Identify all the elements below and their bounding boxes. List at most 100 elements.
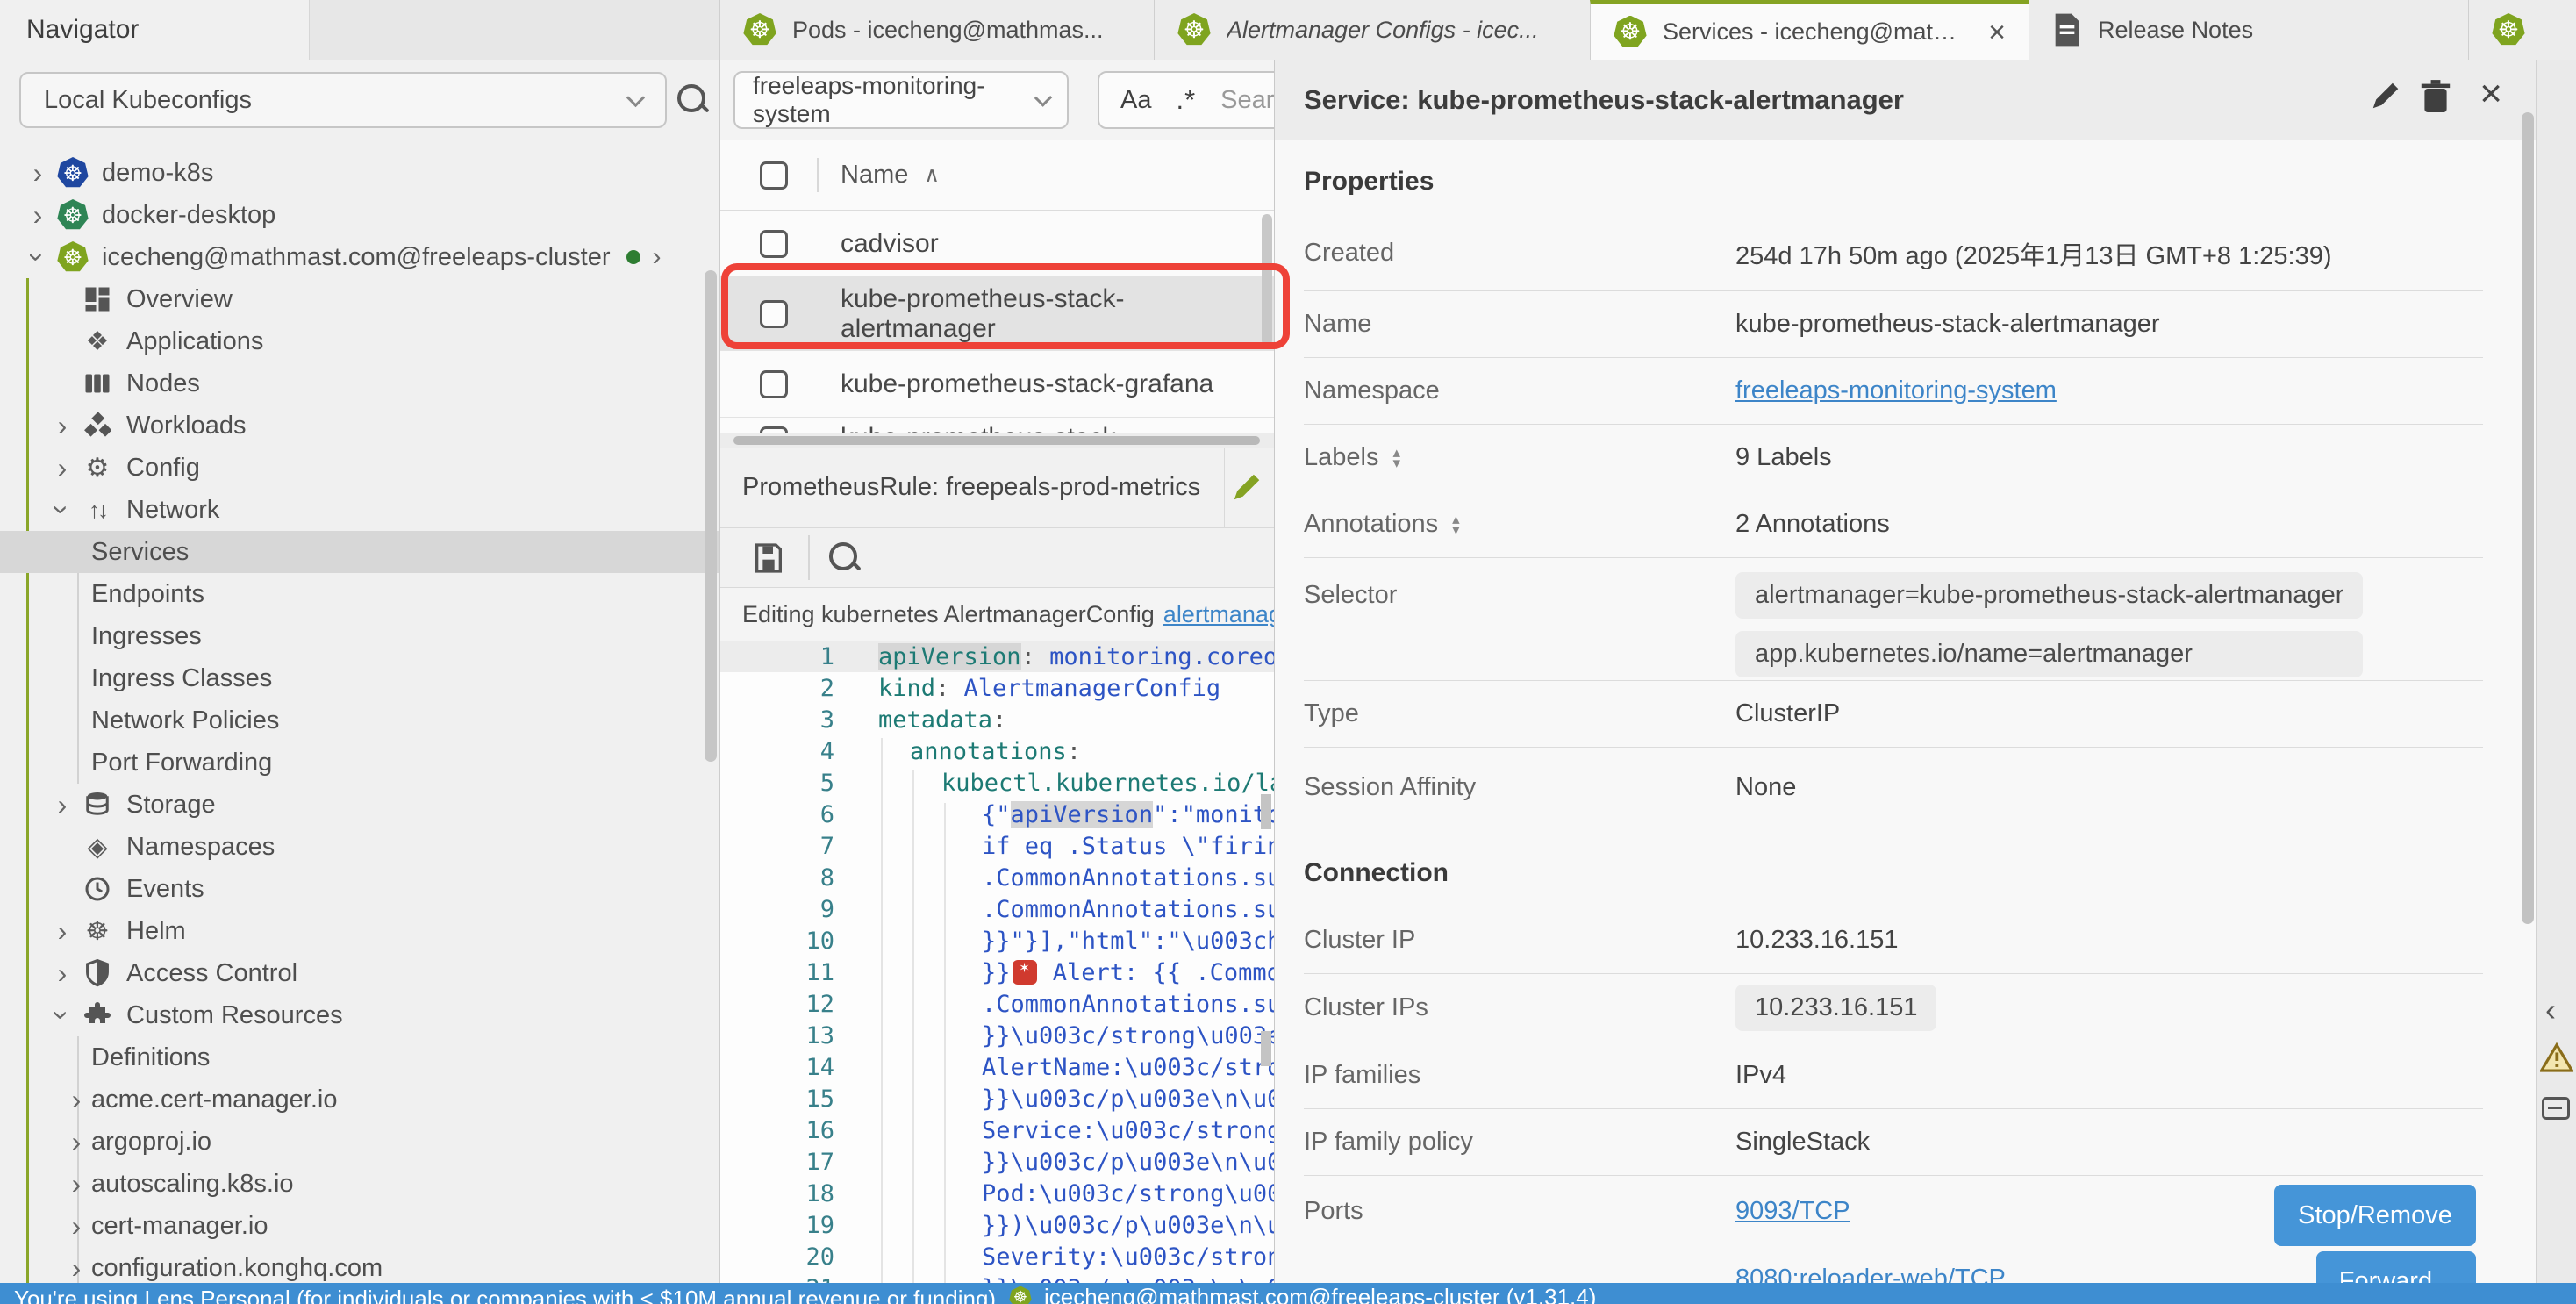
property-value[interactable]: 9 Labels	[1735, 443, 1832, 472]
row-checkbox[interactable]	[760, 370, 788, 398]
expand-collapse-icon[interactable]: ▴▾	[1452, 514, 1460, 535]
sidebar-item-custom-resources[interactable]: › Custom Resources	[0, 994, 719, 1036]
chevron-down-icon[interactable]: ›	[24, 242, 52, 272]
sidebar-item-label: Namespaces	[126, 833, 275, 862]
sidebar-scrollbar-thumb[interactable]	[705, 270, 717, 762]
sidebar-item-endpoints[interactable]: Endpoints	[0, 573, 719, 615]
cluster-ip-badge: 10.233.16.151	[1735, 985, 1936, 1031]
sidebar-item-acme-cert-manager-io[interactable]: › acme.cert-manager.io	[0, 1078, 719, 1121]
horizontal-scrollbar[interactable]	[720, 433, 1274, 448]
chevron-right-icon[interactable]: ›	[61, 1254, 91, 1282]
delete-trash-icon[interactable]	[2420, 79, 2451, 114]
sidebar-item-network-policies[interactable]: Network Policies	[0, 699, 719, 742]
port-link[interactable]: 9093/TCP	[1735, 1197, 2006, 1226]
stop-remove-button[interactable]: Stop/Remove	[2274, 1185, 2476, 1246]
tab-alertmanager-configs[interactable]: ☸ Alertmanager Configs - icec...	[1154, 0, 1590, 60]
namespace-select[interactable]: freeleaps-monitoring-system	[733, 71, 1069, 129]
regex-icon[interactable]: .*	[1176, 84, 1196, 116]
sort-ascending-icon[interactable]: ∧	[924, 162, 940, 188]
edit-pencil-icon[interactable]	[2369, 79, 2402, 112]
namespace-link[interactable]: freeleaps-monitoring-system	[1735, 376, 2057, 405]
warning-icon[interactable]	[2540, 1042, 2573, 1072]
sidebar-item-nodes[interactable]: Nodes	[0, 362, 719, 405]
table-row[interactable]: cadvisor	[720, 211, 1274, 277]
sidebar-item-network[interactable]: › ↑↓ Network	[0, 489, 719, 531]
sidebar-item-namespaces[interactable]: ◈ Namespaces	[0, 826, 719, 868]
table-row[interactable]: kube-prometheus-stack-grafana	[720, 351, 1274, 418]
tab-release-notes[interactable]: Release Notes	[2029, 0, 2468, 60]
tab-pods[interactable]: ☸ Pods - icecheng@mathmas...	[719, 0, 1154, 60]
cluster-tree: › ☸ demo-k8s › ☸ docker-desktop › ☸ icec…	[0, 152, 719, 1283]
chevron-right-icon[interactable]: ›	[23, 201, 53, 229]
chevron-right-icon[interactable]: ›	[61, 1085, 91, 1114]
sidebar-item-access-control[interactable]: › Access Control	[0, 952, 719, 994]
sidebar-search-button[interactable]	[676, 82, 711, 122]
sidebar-item-cert-manager-io[interactable]: › cert-manager.io	[0, 1205, 719, 1247]
editor-scrollbar-marker[interactable]	[1261, 1031, 1271, 1066]
close-icon[interactable]: ×	[2479, 72, 2502, 116]
chevron-right-icon[interactable]: ›	[61, 1128, 91, 1156]
tab-label: Services - icecheng@math...	[1663, 18, 1960, 46]
chevron-right-icon[interactable]: ›	[47, 959, 77, 987]
forward-button[interactable]: Forward...	[2316, 1251, 2476, 1283]
editor-scrollbar-marker[interactable]	[1261, 794, 1271, 829]
column-header-name[interactable]: Name	[841, 161, 908, 190]
chevron-right-icon[interactable]: ›	[23, 159, 53, 187]
row-checkbox[interactable]	[760, 230, 788, 258]
editing-resource-link[interactable]: alertmanager	[1163, 601, 1274, 628]
sidebar-item-freeleaps-cluster[interactable]: › ☸ icecheng@mathmast.com@freeleaps-clus…	[0, 236, 719, 278]
chevron-right-icon[interactable]: ›	[653, 242, 662, 272]
sidebar-item-demo-k8s[interactable]: › ☸ demo-k8s	[0, 152, 719, 194]
sidebar-item-configuration-konghq-com[interactable]: › configuration.konghq.com	[0, 1247, 719, 1283]
chevron-right-icon[interactable]: ›	[47, 454, 77, 482]
sidebar-item-applications[interactable]: ❖ Applications	[0, 320, 719, 362]
tab-partial[interactable]: ☸	[2468, 0, 2576, 60]
sidebar-item-helm[interactable]: › ☸ Helm	[0, 910, 719, 952]
active-cluster-status[interactable]: ☸ icecheng@mathmast.com@freeleaps-cluste…	[1009, 1284, 1596, 1304]
horizontal-scrollbar-thumb[interactable]	[733, 436, 1260, 445]
table-row-partial[interactable]: kube-prometheus-stack-	[720, 418, 1274, 433]
kubeconfig-select[interactable]: Local Kubeconfigs	[19, 72, 667, 128]
chevron-right-icon[interactable]: ›	[61, 1170, 91, 1198]
match-case-icon[interactable]: Aa	[1120, 86, 1151, 115]
chevron-down-icon[interactable]: ›	[48, 495, 76, 525]
tab-services[interactable]: ☸ Services - icecheng@math... ×	[1590, 0, 2029, 60]
table-row-selected[interactable]: kube-prometheus-stack-alertmanager	[720, 277, 1274, 351]
terminal-icon[interactable]	[2542, 1097, 2570, 1120]
save-button[interactable]	[751, 541, 786, 576]
search-input[interactable]: Aa .* Search	[1098, 71, 1274, 129]
yaml-editor[interactable]: 1apiVersion: monitoring.coreos.com/v1 2k…	[720, 641, 1274, 1283]
sidebar-item-ingress-classes[interactable]: Ingress Classes	[0, 657, 719, 699]
row-checkbox[interactable]	[760, 426, 788, 433]
sidebar-item-definitions[interactable]: Definitions	[0, 1036, 719, 1078]
edit-pencil-icon[interactable]	[1230, 470, 1263, 504]
sidebar-item-port-forwarding[interactable]: Port Forwarding	[0, 742, 719, 784]
chevron-right-icon[interactable]: ›	[47, 791, 77, 819]
sidebar-item-docker-desktop[interactable]: › ☸ docker-desktop	[0, 194, 719, 236]
select-all-checkbox[interactable]	[760, 161, 788, 190]
chevron-right-icon[interactable]: ›	[47, 412, 77, 440]
port-link[interactable]: 8080:reloader-web/TCP	[1735, 1265, 2006, 1283]
property-value[interactable]: 2 Annotations	[1735, 510, 1890, 539]
chevron-down-icon[interactable]: ›	[48, 1000, 76, 1030]
sidebar-item-events[interactable]: Events	[0, 868, 719, 910]
chevron-right-icon[interactable]: ›	[61, 1212, 91, 1240]
sidebar-item-argoproj-io[interactable]: › argoproj.io	[0, 1121, 719, 1163]
panel-scrollbar-thumb[interactable]	[2522, 112, 2534, 924]
sidebar-item-ingresses[interactable]: Ingresses	[0, 615, 719, 657]
sidebar-item-config[interactable]: › ⚙ Config	[0, 447, 719, 489]
sidebar-item-services[interactable]: Services	[0, 531, 719, 573]
sidebar-item-autoscaling-k8s-io[interactable]: › autoscaling.k8s.io	[0, 1163, 719, 1205]
code-line: 10}}"}],"html":"\u003ch3\u003e\u	[720, 925, 1274, 957]
tab-close-icon[interactable]: ×	[1976, 18, 2006, 47]
sidebar-item-overview[interactable]: Overview	[0, 278, 719, 320]
editor-search-button[interactable]	[827, 541, 862, 576]
collapse-panel-icon[interactable]: ‹	[2545, 992, 2556, 1028]
sidebar-item-workloads[interactable]: › Workloads	[0, 405, 719, 447]
expand-collapse-icon[interactable]: ▴▾	[1392, 448, 1400, 469]
table-scrollbar-thumb[interactable]	[1262, 214, 1272, 346]
row-checkbox[interactable]	[760, 300, 788, 328]
chevron-right-icon[interactable]: ›	[47, 917, 77, 945]
navigator-sidebar: Local Kubeconfigs › ☸ demo-k8s › ☸ docke…	[0, 60, 719, 1283]
sidebar-item-storage[interactable]: › Storage	[0, 784, 719, 826]
